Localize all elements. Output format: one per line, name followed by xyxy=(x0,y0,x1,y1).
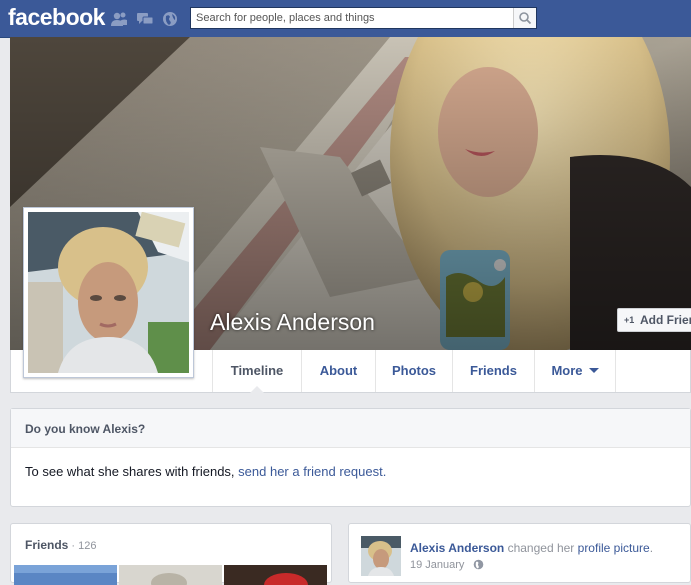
search-input[interactable] xyxy=(191,8,521,28)
send-friend-request-link[interactable]: send her a friend request. xyxy=(238,464,386,479)
profile-picture-image xyxy=(28,212,189,373)
friends-count: 126 xyxy=(78,540,97,552)
privacy-globe-icon[interactable] xyxy=(473,559,484,570)
active-tab-indicator xyxy=(250,386,264,393)
tab-about-label: About xyxy=(319,363,358,378)
tab-friends-label: Friends xyxy=(470,363,517,378)
story-date: 19 January xyxy=(410,559,484,571)
tab-photos-label: Photos xyxy=(391,363,437,378)
chevron-down-icon xyxy=(588,368,599,373)
search-icon xyxy=(519,12,532,25)
friends-count-separator: · xyxy=(68,540,79,552)
search-box xyxy=(190,7,537,29)
friends-title[interactable]: Friends · 126 xyxy=(25,538,96,552)
messages-icon[interactable] xyxy=(136,11,154,27)
add-friend-label: Add Friend xyxy=(640,313,691,327)
facebook-logo[interactable]: facebook xyxy=(8,4,105,31)
story-date-text[interactable]: 19 January xyxy=(410,559,464,571)
friends-box: Friends · 126 xyxy=(10,523,332,585)
top-bar: facebook xyxy=(0,0,691,38)
story-period: . xyxy=(649,541,654,555)
profile-picture[interactable] xyxy=(23,207,194,378)
do-you-know-title: Do you know Alexis? xyxy=(11,409,690,448)
do-you-know-text: To see what she shares with friends, sen… xyxy=(11,448,690,479)
tab-more-label: More xyxy=(551,363,583,378)
friends-title-label: Friends xyxy=(25,538,69,552)
profile-picture-link[interactable]: profile picture xyxy=(578,541,650,555)
tab-timeline[interactable]: Timeline xyxy=(212,350,301,393)
story-action-text: changed her xyxy=(504,541,578,555)
notifications-globe-icon[interactable] xyxy=(161,11,179,27)
tab-about[interactable]: About xyxy=(301,350,375,392)
friend-thumbnail[interactable] xyxy=(14,565,117,585)
story-author-link[interactable]: Alexis Anderson xyxy=(410,541,504,555)
profile-name[interactable]: Alexis Anderson xyxy=(210,309,375,336)
tab-timeline-label: Timeline xyxy=(230,363,284,378)
add-friend-icon: +1 xyxy=(624,315,635,325)
add-friend-button[interactable]: +1 Add Friend xyxy=(617,308,691,332)
tab-more[interactable]: More xyxy=(534,350,616,392)
story-headline: Alexis Anderson changed her profile pict… xyxy=(410,541,653,555)
timeline-story: Alexis Anderson changed her profile pict… xyxy=(348,523,691,583)
search-button[interactable] xyxy=(513,8,536,28)
story-avatar[interactable] xyxy=(361,536,401,576)
friend-requests-icon[interactable] xyxy=(110,11,128,27)
friend-thumbnail[interactable] xyxy=(224,565,327,585)
tab-friends[interactable]: Friends xyxy=(452,350,534,392)
do-you-know-box: Do you know Alexis? To see what she shar… xyxy=(10,408,691,507)
tab-photos[interactable]: Photos xyxy=(375,350,452,392)
friend-thumbnail[interactable] xyxy=(119,565,222,585)
do-you-know-message: To see what she shares with friends, xyxy=(25,464,239,479)
